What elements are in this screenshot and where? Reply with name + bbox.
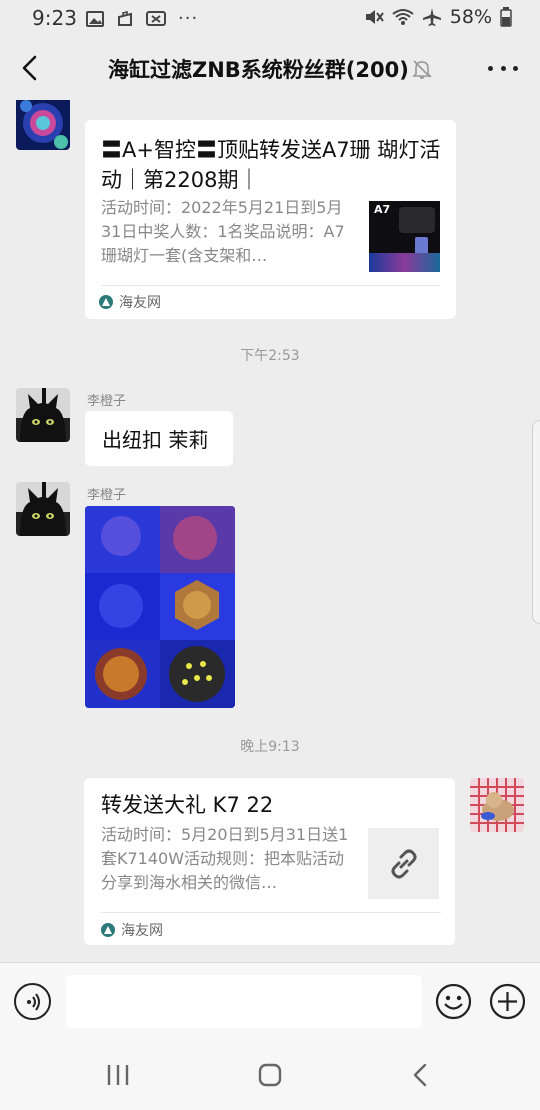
mute-vibrate-icon	[365, 10, 384, 24]
system-navigation-bar	[0, 1040, 540, 1110]
message-input-bar	[0, 962, 540, 1040]
emoji-icon	[435, 983, 472, 1020]
card-title: 转发送大礼 K7 22	[101, 793, 274, 817]
battery-percent: 58%	[449, 6, 492, 28]
card-thumbnail: A7	[369, 201, 440, 272]
home-button[interactable]	[250, 1060, 290, 1090]
text-message-bubble[interactable]: 出纽扣 茉莉	[85, 411, 233, 466]
battery-icon	[500, 7, 512, 27]
card-source: 海友网	[101, 920, 163, 940]
side-drawer-handle[interactable]	[532, 420, 540, 624]
airplane-icon	[422, 8, 441, 26]
sender-name: 李橙子	[87, 394, 127, 409]
more-options-button[interactable]	[488, 58, 518, 78]
haiyou-logo-icon	[99, 295, 113, 309]
status-right: 58%	[364, 6, 512, 28]
avatar[interactable]	[16, 388, 70, 442]
voice-input-button[interactable]	[14, 983, 51, 1020]
message-input[interactable]	[66, 975, 422, 1028]
card-link-thumbnail	[368, 828, 439, 899]
coral-photo-message[interactable]	[85, 506, 235, 708]
chat-messages[interactable]: 〓A+智控〓顶贴转发送A7珊 瑚灯活动｜第2208期｜ 活动时间：2022年5月…	[0, 100, 540, 962]
link-card-k7-gift[interactable]: 转发送大礼 K7 22 活动时间：5月20日到5月31日送1套K7140W活动规…	[84, 778, 455, 945]
message-text: 出纽扣 茉莉	[102, 428, 209, 452]
bag-icon	[118, 10, 132, 26]
plus-icon	[489, 983, 526, 1020]
wifi-icon	[392, 9, 414, 25]
timestamp: 下午2:53	[240, 348, 300, 364]
chevron-left-icon	[22, 55, 37, 81]
status-time: 9:23	[32, 6, 77, 30]
avatar[interactable]	[470, 778, 524, 832]
more-notifications-icon: ···	[178, 8, 199, 29]
card-source-label: 海友网	[121, 923, 163, 939]
voice-icon	[26, 992, 40, 1011]
card-divider	[101, 285, 441, 286]
card-source: 海友网	[99, 292, 161, 312]
card-divider	[101, 912, 441, 913]
emoji-button[interactable]	[435, 983, 472, 1020]
home-icon	[258, 1063, 282, 1087]
back-button[interactable]	[12, 50, 48, 86]
gallery-icon	[86, 10, 104, 27]
more-actions-button[interactable]	[489, 983, 526, 1020]
timestamp: 晚上9:13	[240, 739, 300, 755]
recent-apps-icon	[107, 1065, 129, 1085]
notification-icons: ···	[86, 8, 198, 29]
haiyou-logo-icon	[101, 923, 115, 937]
card-title: 〓A+智控〓顶贴转发送A7珊 瑚灯活动｜第2208期｜	[101, 138, 441, 192]
avatar[interactable]	[16, 100, 70, 150]
avatar[interactable]	[16, 482, 70, 536]
system-back-button[interactable]	[400, 1060, 440, 1090]
link-card-a7-lamp[interactable]: 〓A+智控〓顶贴转发送A7珊 瑚灯活动｜第2208期｜ 活动时间：2022年5月…	[85, 120, 456, 319]
mute-bell-icon	[412, 60, 432, 79]
page-title: 海缸过滤ZNB系统粉丝群(200)	[108, 58, 409, 82]
recent-apps-button[interactable]	[98, 1060, 138, 1090]
link-icon	[391, 849, 416, 878]
thumbnail-label: A7	[374, 203, 391, 216]
card-description: 活动时间：5月20日到5月31日送1套K7140W活动规则：把本贴活动分享到海水…	[101, 825, 349, 892]
sender-name: 李橙子	[87, 488, 127, 503]
chat-header: 海缸过滤ZNB系统粉丝群(200)	[0, 38, 540, 100]
card-source-label: 海友网	[119, 295, 161, 311]
status-bar: 9:23 ··· 58%	[0, 0, 540, 38]
card-description: 活动时间：2022年5月21日到5月31日中奖人数：1名奖品说明：A7珊瑚灯一套…	[101, 198, 345, 265]
data-saver-icon	[146, 10, 166, 26]
back-arrow-icon	[413, 1063, 427, 1087]
